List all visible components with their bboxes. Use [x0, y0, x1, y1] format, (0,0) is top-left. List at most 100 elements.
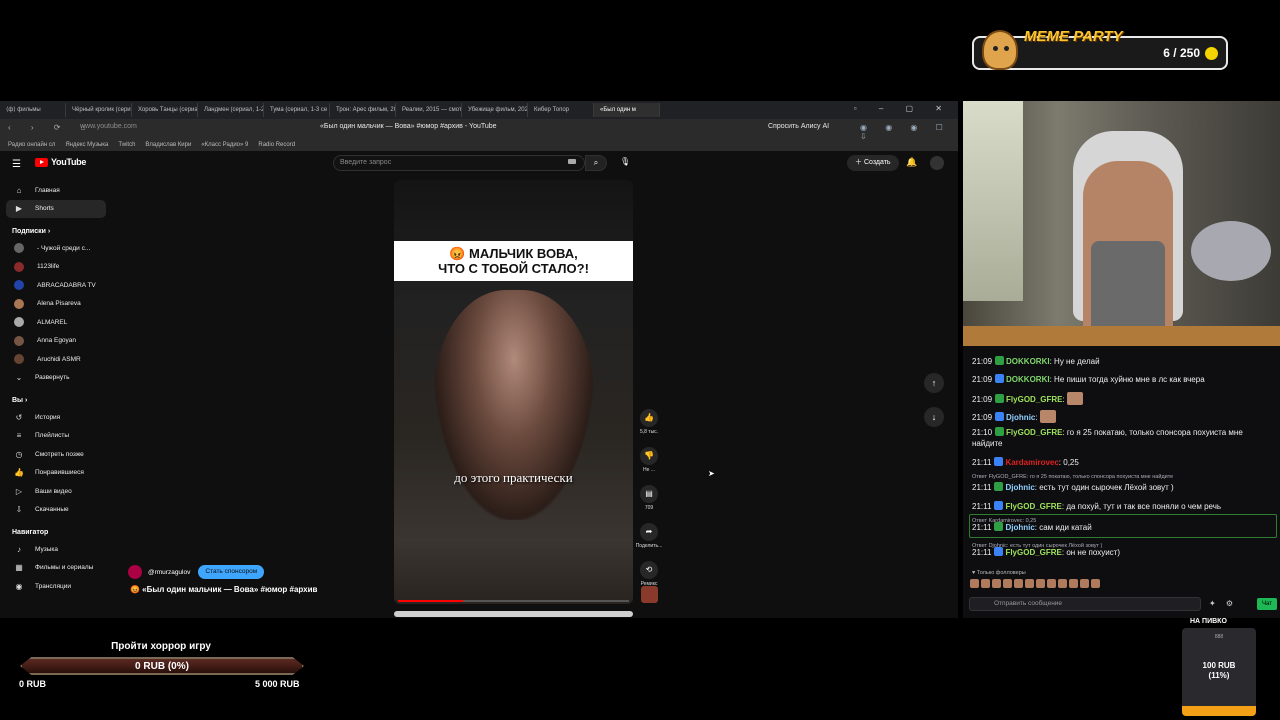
sidebar-item-like[interactable]: 👍 Понравившиеся — [6, 464, 106, 483]
sponsor-button[interactable]: Стать спонсором — [198, 565, 265, 579]
browser-tab-active[interactable]: «Был один м — [594, 103, 660, 117]
sidebar-item-downloads[interactable]: ⇩ Скачанные — [6, 501, 106, 520]
chat-username[interactable]: Djohnic — [1005, 523, 1034, 532]
bookmark[interactable]: Radio Record — [258, 142, 295, 148]
browser-tab[interactable]: Чёрный кролик (сери — [66, 103, 132, 117]
emote[interactable] — [981, 579, 990, 588]
chat-settings-icon[interactable]: ✦ ⚙ — [1209, 599, 1237, 608]
sidebar-item-subscription[interactable]: Anna Egoyan — [6, 332, 106, 351]
donation-goal-min: 0 RUB — [19, 679, 47, 689]
sidebar-item-label: История — [35, 413, 61, 421]
sidebar-item-subscription[interactable]: ABRACADABRA TV — [6, 276, 106, 295]
sidebar-item-playlists[interactable]: ≡ Плейлисты — [6, 427, 106, 446]
search-button[interactable]: ⌕ — [585, 155, 607, 171]
chat-username[interactable]: FlyGOD_GFRE — [1006, 395, 1062, 404]
sidebar-item-watch-later[interactable]: ◷ Смотреть позже — [6, 445, 106, 464]
url-field[interactable]: www.youtube.com — [80, 123, 137, 130]
emote[interactable] — [1003, 579, 1012, 588]
keyboard-icon[interactable] — [568, 159, 576, 164]
emote[interactable] — [1058, 579, 1067, 588]
browser-tab[interactable]: Трон: Арес фильм, 20 — [330, 103, 396, 117]
like-button[interactable]: 👍 5,8 тыс. — [634, 409, 664, 435]
channel-avatar[interactable] — [128, 565, 142, 579]
sidebar-item-your-videos[interactable]: ▷ Ваши видео — [6, 482, 106, 501]
chat-text: : Не пиши тогда хуйню мне в лс как вчера — [1049, 375, 1205, 384]
youtube-page: ☰ YouTube Введите запрос ⌕ 🎙 ＋ Создать 🔔… — [0, 151, 958, 618]
chat-username[interactable]: Kardamirovec — [1005, 458, 1058, 467]
emote-bar[interactable] — [970, 579, 1100, 588]
next-video-preview[interactable] — [394, 611, 633, 617]
sidebar-item-subscription[interactable]: ALMAREL — [6, 313, 106, 332]
chat-username[interactable]: FlyGOD_GFRE — [1005, 502, 1061, 511]
browser-tab[interactable]: Реалии, 2015 — смотр — [396, 103, 462, 117]
sidebar-item-subscription[interactable]: Aruchidi ASMR — [6, 350, 106, 369]
browser-tab[interactable]: Убежище фильм, 2025 — [462, 103, 528, 117]
sidebar-item-label: ALMAREL — [37, 318, 68, 326]
subscriptions-list: - Чужой среди с... 1123life ABRACADABRA TV… — [6, 239, 106, 369]
sidebar-item-music[interactable]: ♪ Музыка — [6, 540, 106, 559]
emote[interactable] — [1025, 579, 1034, 588]
next-short-button[interactable]: ↓ — [924, 407, 944, 427]
chat-username[interactable]: FlyGOD_GFRE — [1005, 548, 1061, 557]
dislike-button[interactable]: 👎 Не ... — [634, 447, 664, 473]
emote[interactable] — [1080, 579, 1089, 588]
user-badge-icon — [994, 482, 1004, 491]
chat-message-input[interactable]: Отправить сообщение — [969, 597, 1201, 611]
create-button[interactable]: ＋ Создать — [847, 155, 899, 171]
browser-tab[interactable]: Кибер Топор — [528, 103, 594, 117]
comments-button[interactable]: ▤ 709 — [634, 485, 664, 511]
chat-send-button[interactable]: Чат — [1257, 598, 1277, 610]
shorts-video-player[interactable]: 😡 МАЛЬЧИК ВОВА, ЧТО С ТОБОЙ СТАЛО?! до э… — [394, 180, 633, 604]
emote[interactable] — [1091, 579, 1100, 588]
chat-username[interactable]: Djohnic — [1006, 413, 1035, 422]
emote[interactable] — [992, 579, 1001, 588]
sidebar-item-subscription[interactable]: 1123life — [6, 258, 106, 277]
chat-timestamp: 21:09 — [972, 395, 993, 404]
chat-timestamp: 21:09 — [972, 413, 993, 422]
subscriptions-header[interactable]: Подписки › — [6, 218, 106, 239]
mic-icon[interactable]: 🎙 — [620, 157, 630, 166]
chat-username[interactable]: FlyGOD_GFRE — [1006, 428, 1062, 437]
avatar[interactable] — [930, 156, 944, 170]
sidebar-item-subscription[interactable]: Alena Pisareva — [6, 295, 106, 314]
sidebar-item-home[interactable]: ⌂ Главная — [6, 181, 106, 200]
sound-thumbnail[interactable] — [641, 586, 658, 603]
browser-tab[interactable]: ⟨ф⟩ фильмы — [0, 103, 66, 117]
video-title[interactable]: 😡 «Был один мальчик — Вова» #юмор #архив — [130, 585, 317, 594]
chat-username[interactable]: DOKKORKI — [1006, 375, 1050, 384]
remix-button[interactable]: ⟲ Ремикс — [634, 561, 664, 587]
window-controls[interactable]: ▫ – ▢ ✕ — [854, 104, 952, 113]
search-input[interactable]: Введите запрос — [333, 155, 585, 171]
youtube-logo[interactable]: YouTube — [35, 157, 86, 167]
channel-handle[interactable]: @rmurzagulov — [148, 569, 190, 576]
previous-short-button[interactable]: ↑ — [924, 373, 944, 393]
you-header[interactable]: Вы › — [6, 387, 106, 408]
bookmark[interactable]: Яндекс Музыка — [65, 142, 108, 148]
share-button[interactable]: ➦ Поделить... — [634, 523, 664, 549]
emote[interactable] — [1069, 579, 1078, 588]
chat-emote — [1066, 392, 1083, 405]
browser-tab[interactable]: Ландмен (сериал, 1-2 — [198, 103, 264, 117]
emote[interactable] — [970, 579, 979, 588]
browser-tab[interactable]: Тумa (сериал, 1-3 се — [264, 103, 330, 117]
video-progress-bar[interactable] — [398, 600, 629, 602]
alice-button[interactable]: Спросить Алису AI — [768, 123, 829, 130]
expand-button[interactable]: ⌄ Развернуть — [6, 369, 106, 388]
bookmark[interactable]: Twitch — [118, 142, 135, 148]
sidebar-item-shorts[interactable]: ▶ Shorts — [6, 199, 106, 218]
bookmark[interactable]: «Класс Радио» 9 — [201, 142, 248, 148]
emote[interactable] — [1047, 579, 1056, 588]
sidebar-item-history[interactable]: ↺ История — [6, 408, 106, 427]
sidebar-item-live[interactable]: ◉ Трансляции — [6, 577, 106, 596]
emote[interactable] — [1036, 579, 1045, 588]
bell-icon[interactable]: 🔔 — [906, 157, 917, 168]
chat-username[interactable]: Djohnic — [1005, 483, 1034, 492]
sidebar-item-subscription[interactable]: - Чужой среди с... — [6, 239, 106, 258]
browser-tab[interactable]: Хоровь Танцы (сериа — [132, 103, 198, 117]
chat-username[interactable]: DOKKORKI — [1006, 357, 1050, 366]
emote[interactable] — [1014, 579, 1023, 588]
bookmark[interactable]: Владислав Кири — [145, 142, 191, 148]
bookmark[interactable]: Радио онлайн сл — [8, 142, 55, 148]
hamburger-menu-icon[interactable]: ☰ — [12, 159, 21, 170]
sidebar-item-films[interactable]: ▦ Фильмы и сериалы — [6, 559, 106, 578]
